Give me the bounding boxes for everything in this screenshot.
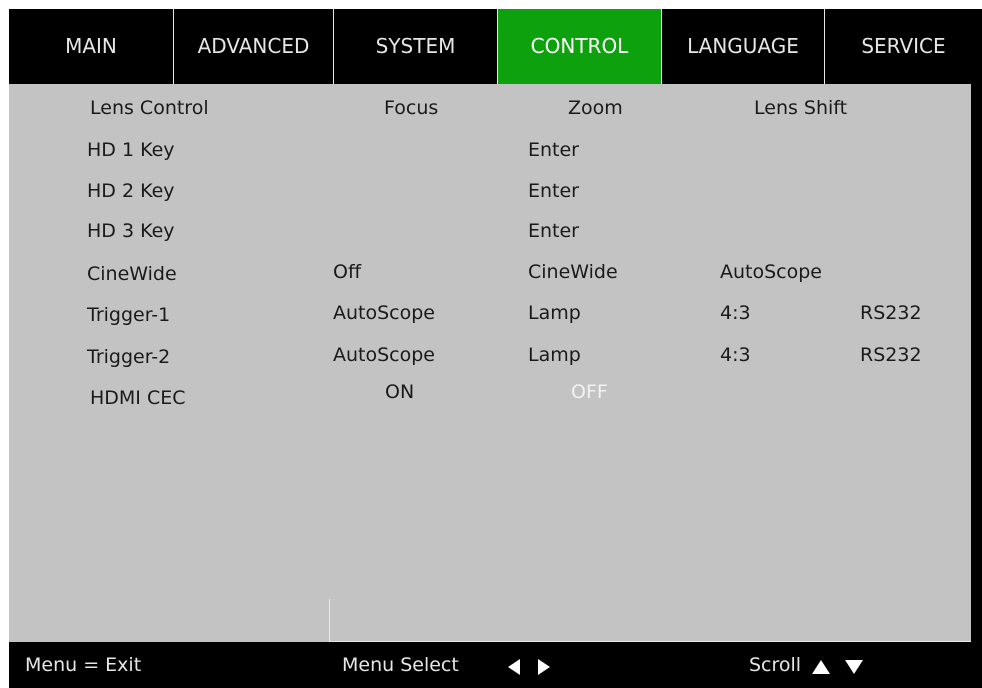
trigger1-rs232-option[interactable]: RS232	[860, 301, 922, 325]
tab-bar: MAIN ADVANCED SYSTEM CONTROL LANGUAGE SE…	[9, 9, 982, 84]
tab-service[interactable]: SERVICE	[825, 9, 982, 84]
lens-focus-option[interactable]: Focus	[384, 96, 438, 120]
hd1-key-label[interactable]: HD 1 Key	[87, 138, 175, 162]
scroll-hint: Scroll	[749, 654, 802, 676]
hd3-key-enter[interactable]: Enter	[528, 219, 579, 243]
lens-zoom-option[interactable]: Zoom	[568, 96, 623, 120]
trigger2-4-3-option[interactable]: 4:3	[720, 343, 751, 367]
menu-select-hint: Menu Select	[342, 654, 459, 676]
hdmi-cec-off-option[interactable]: OFF	[571, 380, 608, 404]
trigger2-autoscope-option[interactable]: AutoScope	[333, 343, 435, 367]
cinewide-autoscope-option[interactable]: AutoScope	[720, 260, 822, 284]
tab-advanced[interactable]: ADVANCED	[174, 9, 334, 84]
lens-shift-option[interactable]: Lens Shift	[754, 96, 847, 120]
hdmi-cec-on-option[interactable]: ON	[385, 380, 414, 404]
hd3-key-label[interactable]: HD 3 Key	[87, 219, 175, 243]
trigger1-lamp-option[interactable]: Lamp	[528, 301, 581, 325]
tab-main[interactable]: MAIN	[9, 9, 174, 84]
trigger2-lamp-option[interactable]: Lamp	[528, 343, 581, 367]
status-bar: Menu = Exit Menu Select Scroll	[9, 642, 982, 688]
left-right-arrows-icon	[508, 654, 551, 678]
hd2-key-label[interactable]: HD 2 Key	[87, 179, 175, 203]
trigger1-4-3-option[interactable]: 4:3	[720, 301, 751, 325]
hdmi-cec-label[interactable]: HDMI CEC	[90, 386, 186, 410]
arrow-left-icon	[508, 658, 520, 675]
trigger2-label[interactable]: Trigger-2	[87, 345, 170, 369]
trigger1-autoscope-option[interactable]: AutoScope	[333, 301, 435, 325]
cinewide-cinewide-option[interactable]: CineWide	[528, 260, 618, 284]
control-panel: Lens Control Focus Zoom Lens Shift HD 1 …	[9, 84, 971, 642]
menu-exit-hint: Menu = Exit	[25, 654, 142, 676]
up-down-arrows-icon	[812, 654, 864, 678]
tab-language[interactable]: LANGUAGE	[662, 9, 825, 84]
panel-divider	[329, 599, 330, 643]
arrow-right-icon	[538, 658, 551, 675]
hd2-key-enter[interactable]: Enter	[528, 179, 579, 203]
tab-system[interactable]: SYSTEM	[334, 9, 498, 84]
cinewide-label[interactable]: CineWide	[87, 262, 177, 286]
hd1-key-enter[interactable]: Enter	[528, 138, 579, 162]
osd-menu: MAIN ADVANCED SYSTEM CONTROL LANGUAGE SE…	[9, 9, 982, 688]
tab-control[interactable]: CONTROL	[498, 9, 662, 84]
arrow-down-icon	[845, 659, 864, 674]
trigger1-label[interactable]: Trigger-1	[87, 303, 170, 327]
lens-control-label[interactable]: Lens Control	[90, 96, 209, 120]
arrow-up-icon	[812, 659, 830, 674]
cinewide-off-option[interactable]: Off	[333, 260, 361, 284]
trigger2-rs232-option[interactable]: RS232	[860, 343, 922, 367]
